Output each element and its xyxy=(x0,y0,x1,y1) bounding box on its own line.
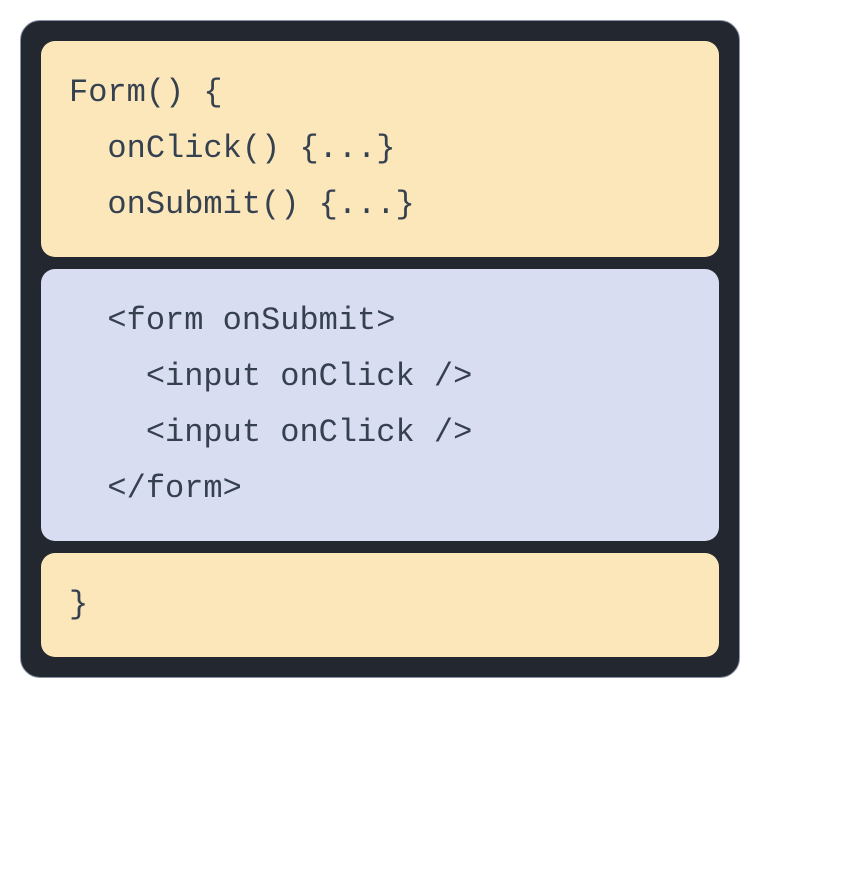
code-line: } xyxy=(69,577,691,633)
code-block-middle: <form onSubmit> <input onClick /> <input… xyxy=(41,269,719,541)
code-line: </form> xyxy=(69,461,691,517)
code-line: <input onClick /> xyxy=(69,349,691,405)
code-line: onClick() {...} xyxy=(69,121,691,177)
code-line: onSubmit() {...} xyxy=(69,177,691,233)
code-line: Form() { xyxy=(69,65,691,121)
code-block-top: Form() { onClick() {...} onSubmit() {...… xyxy=(41,41,719,257)
code-block-bottom: } xyxy=(41,553,719,657)
code-line: <form onSubmit> xyxy=(69,293,691,349)
code-line: <input onClick /> xyxy=(69,405,691,461)
diagram-container: Form() { onClick() {...} onSubmit() {...… xyxy=(20,20,740,678)
